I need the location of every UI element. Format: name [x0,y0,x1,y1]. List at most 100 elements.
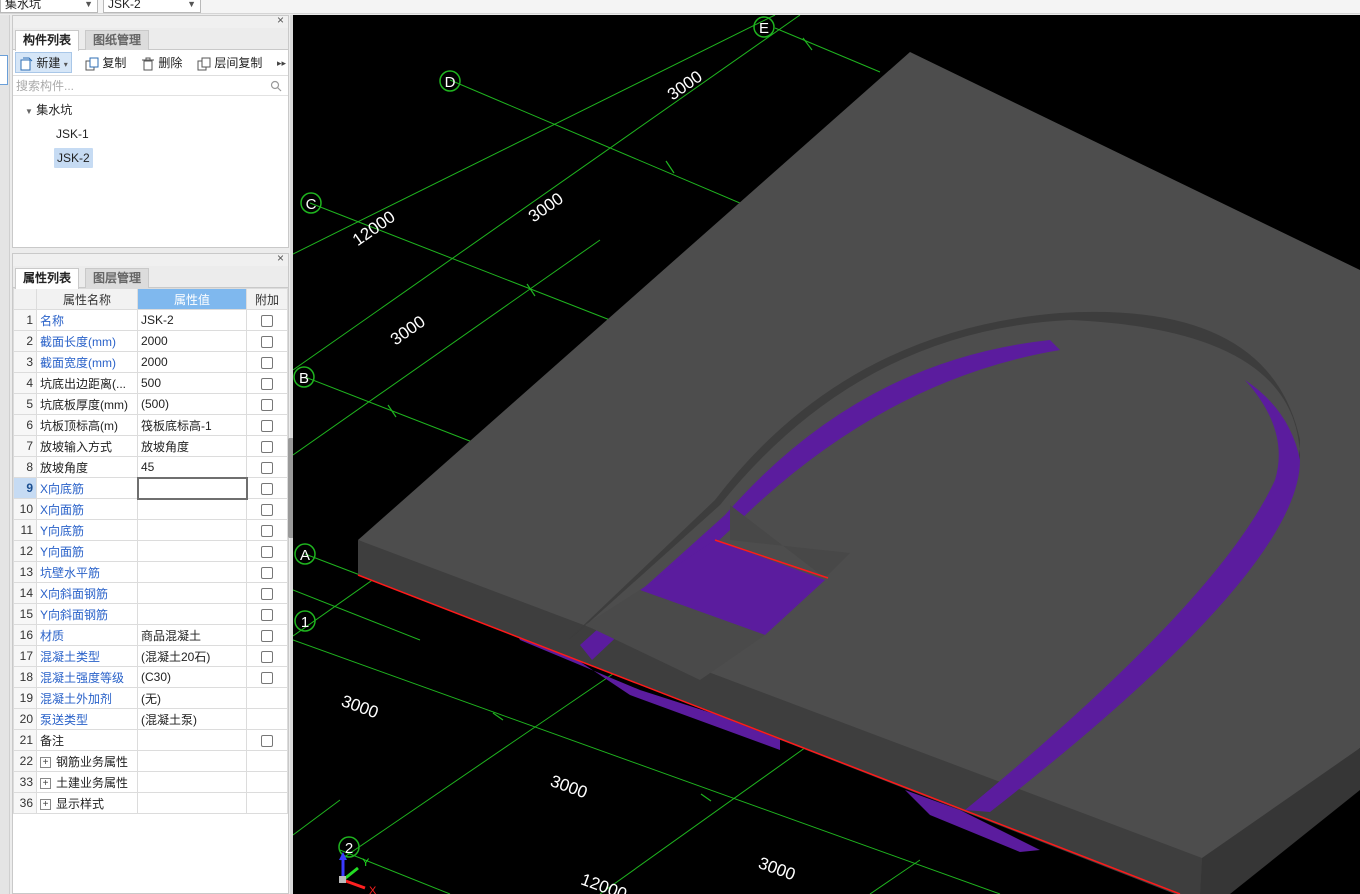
extra-checkbox[interactable] [261,314,273,327]
property-value[interactable]: JSK-2 [137,309,247,331]
extra-checkbox[interactable] [261,503,273,516]
3d-viewport[interactable]: E D C B A 1 2 3000 3000 12000 3000 3000 … [293,15,1360,894]
property-value[interactable]: (无) [137,687,247,709]
property-value[interactable] [137,540,247,562]
table-row[interactable]: 18 混凝土强度等级 (C30) [13,666,288,688]
table-row[interactable]: 15 Y向斜面钢筋 [13,603,288,625]
expand-icon[interactable]: + [40,798,51,810]
property-value[interactable]: 2000 [137,330,247,352]
slab-model[interactable] [357,52,1360,894]
property-value[interactable]: 放坡角度 [137,435,247,457]
table-row[interactable]: 7 放坡输入方式 放坡角度 [13,435,288,457]
tab-layer-management[interactable]: 图层管理 [85,268,150,288]
property-value[interactable] [137,582,247,604]
property-value[interactable] [137,519,247,541]
floor-copy-icon [197,57,211,71]
expand-icon[interactable]: + [40,777,51,789]
property-value[interactable] [137,603,247,625]
property-value[interactable]: (500) [137,393,247,415]
tab-property-list[interactable]: 属性列表 [15,268,80,289]
property-value[interactable]: 45 [137,456,247,478]
extra-checkbox[interactable] [261,734,273,747]
tree-item-jsk-2[interactable]: JSK-2 [54,148,93,168]
table-row[interactable]: 33 + 土建业务属性 [13,771,288,793]
expand-icon[interactable]: + [40,756,51,768]
viewport-canvas[interactable]: E D C B A 1 2 3000 3000 12000 3000 3000 … [293,15,1360,894]
extra-checkbox[interactable] [261,335,273,348]
table-row[interactable]: 10 X向面筋 [13,498,288,520]
table-row[interactable]: 36 + 显示样式 [13,792,288,814]
table-row[interactable]: 14 X向斜面钢筋 [13,582,288,604]
property-value[interactable] [136,476,248,500]
new-button[interactable]: 新建 ▾ [15,52,72,73]
floor-copy-button[interactable]: 层间复制 [197,53,262,73]
table-row[interactable]: 4 坑底出边距离(... 500 [13,372,288,394]
property-value[interactable] [137,561,247,583]
column-header-name[interactable]: 属性名称 [36,288,138,310]
extra-checkbox[interactable] [261,524,273,537]
extra-checkbox[interactable] [261,440,273,453]
column-header-num [13,288,37,310]
extra-checkbox[interactable] [261,377,273,390]
extra-checkbox[interactable] [261,545,273,558]
property-value[interactable]: (C30) [137,666,247,688]
grid-tick [387,404,397,418]
property-value[interactable] [137,771,247,793]
property-value[interactable] [137,792,247,814]
more-icon[interactable]: ▸▸ [277,53,286,73]
copy-button[interactable]: 复制 [85,53,126,73]
component-search[interactable]: 搜索构件... [13,76,288,96]
property-value[interactable]: 商品混凝土 [137,624,247,646]
table-row[interactable]: 3 截面宽度(mm) 2000 [13,351,288,373]
property-value[interactable]: 筏板底标高-1 [137,414,247,436]
delete-button[interactable]: 删除 [141,53,182,73]
table-row[interactable]: 12 Y向面筋 [13,540,288,562]
table-row[interactable]: 2 截面长度(mm) 2000 [13,330,288,352]
extra-checkbox[interactable] [261,356,273,369]
table-row[interactable]: 22 + 钢筋业务属性 [13,750,288,772]
table-row[interactable]: 20 泵送类型 (混凝土泵) [13,708,288,730]
table-row[interactable]: 21 备注 [13,729,288,751]
extra-checkbox[interactable] [261,608,273,621]
extra-checkbox[interactable] [261,482,274,495]
property-value[interactable] [137,729,247,751]
column-header-value[interactable]: 属性值 [137,288,247,310]
extra-checkbox[interactable] [261,650,273,663]
close-icon[interactable]: × [277,251,284,265]
property-name: X向底筋 [36,477,138,499]
table-row[interactable]: 11 Y向底筋 [13,519,288,541]
property-value[interactable] [137,498,247,520]
column-header-extra[interactable]: 附加 [246,288,288,310]
property-value[interactable] [137,750,247,772]
property-value[interactable]: 500 [137,372,247,394]
close-icon[interactable]: × [277,13,284,27]
extra-checkbox[interactable] [261,461,273,474]
table-row[interactable]: 13 坑壁水平筋 [13,561,288,583]
extra-checkbox[interactable] [261,671,273,684]
tab-component-list[interactable]: 构件列表 [15,30,80,51]
table-row[interactable]: 9 X向底筋 [13,476,288,500]
table-row[interactable]: 6 坑板顶标高(m) 筏板底标高-1 [13,414,288,436]
component-type-select[interactable]: 集水坑 ▼ [0,0,98,13]
row-number: 20 [13,708,37,730]
table-row[interactable]: 19 混凝土外加剂 (无) [13,687,288,709]
table-row[interactable]: 1 名称 JSK-2 [13,309,288,331]
tab-drawing-management[interactable]: 图纸管理 [85,30,150,50]
component-select[interactable]: JSK-2 ▼ [103,0,201,13]
property-value[interactable]: 2000 [137,351,247,373]
property-value[interactable]: (混凝土20石) [137,645,247,667]
table-row[interactable]: 8 放坡角度 45 [13,456,288,478]
strip-marker[interactable] [0,55,8,85]
table-row[interactable]: 17 混凝土类型 (混凝土20石) [13,645,288,667]
property-value[interactable]: (混凝土泵) [137,708,247,730]
extra-checkbox[interactable] [261,398,273,411]
extra-checkbox[interactable] [261,566,273,579]
extra-checkbox[interactable] [261,629,273,642]
table-row[interactable]: 5 坑底板厚度(mm) (500) [13,393,288,415]
extra-checkbox[interactable] [261,419,273,432]
row-number: 5 [13,393,37,415]
extra-checkbox[interactable] [261,587,273,600]
tree-category[interactable]: ▼ 集水坑 [25,100,72,120]
table-row[interactable]: 16 材质 商品混凝土 [13,624,288,646]
tree-item-jsk-1[interactable]: JSK-1 [56,124,89,144]
